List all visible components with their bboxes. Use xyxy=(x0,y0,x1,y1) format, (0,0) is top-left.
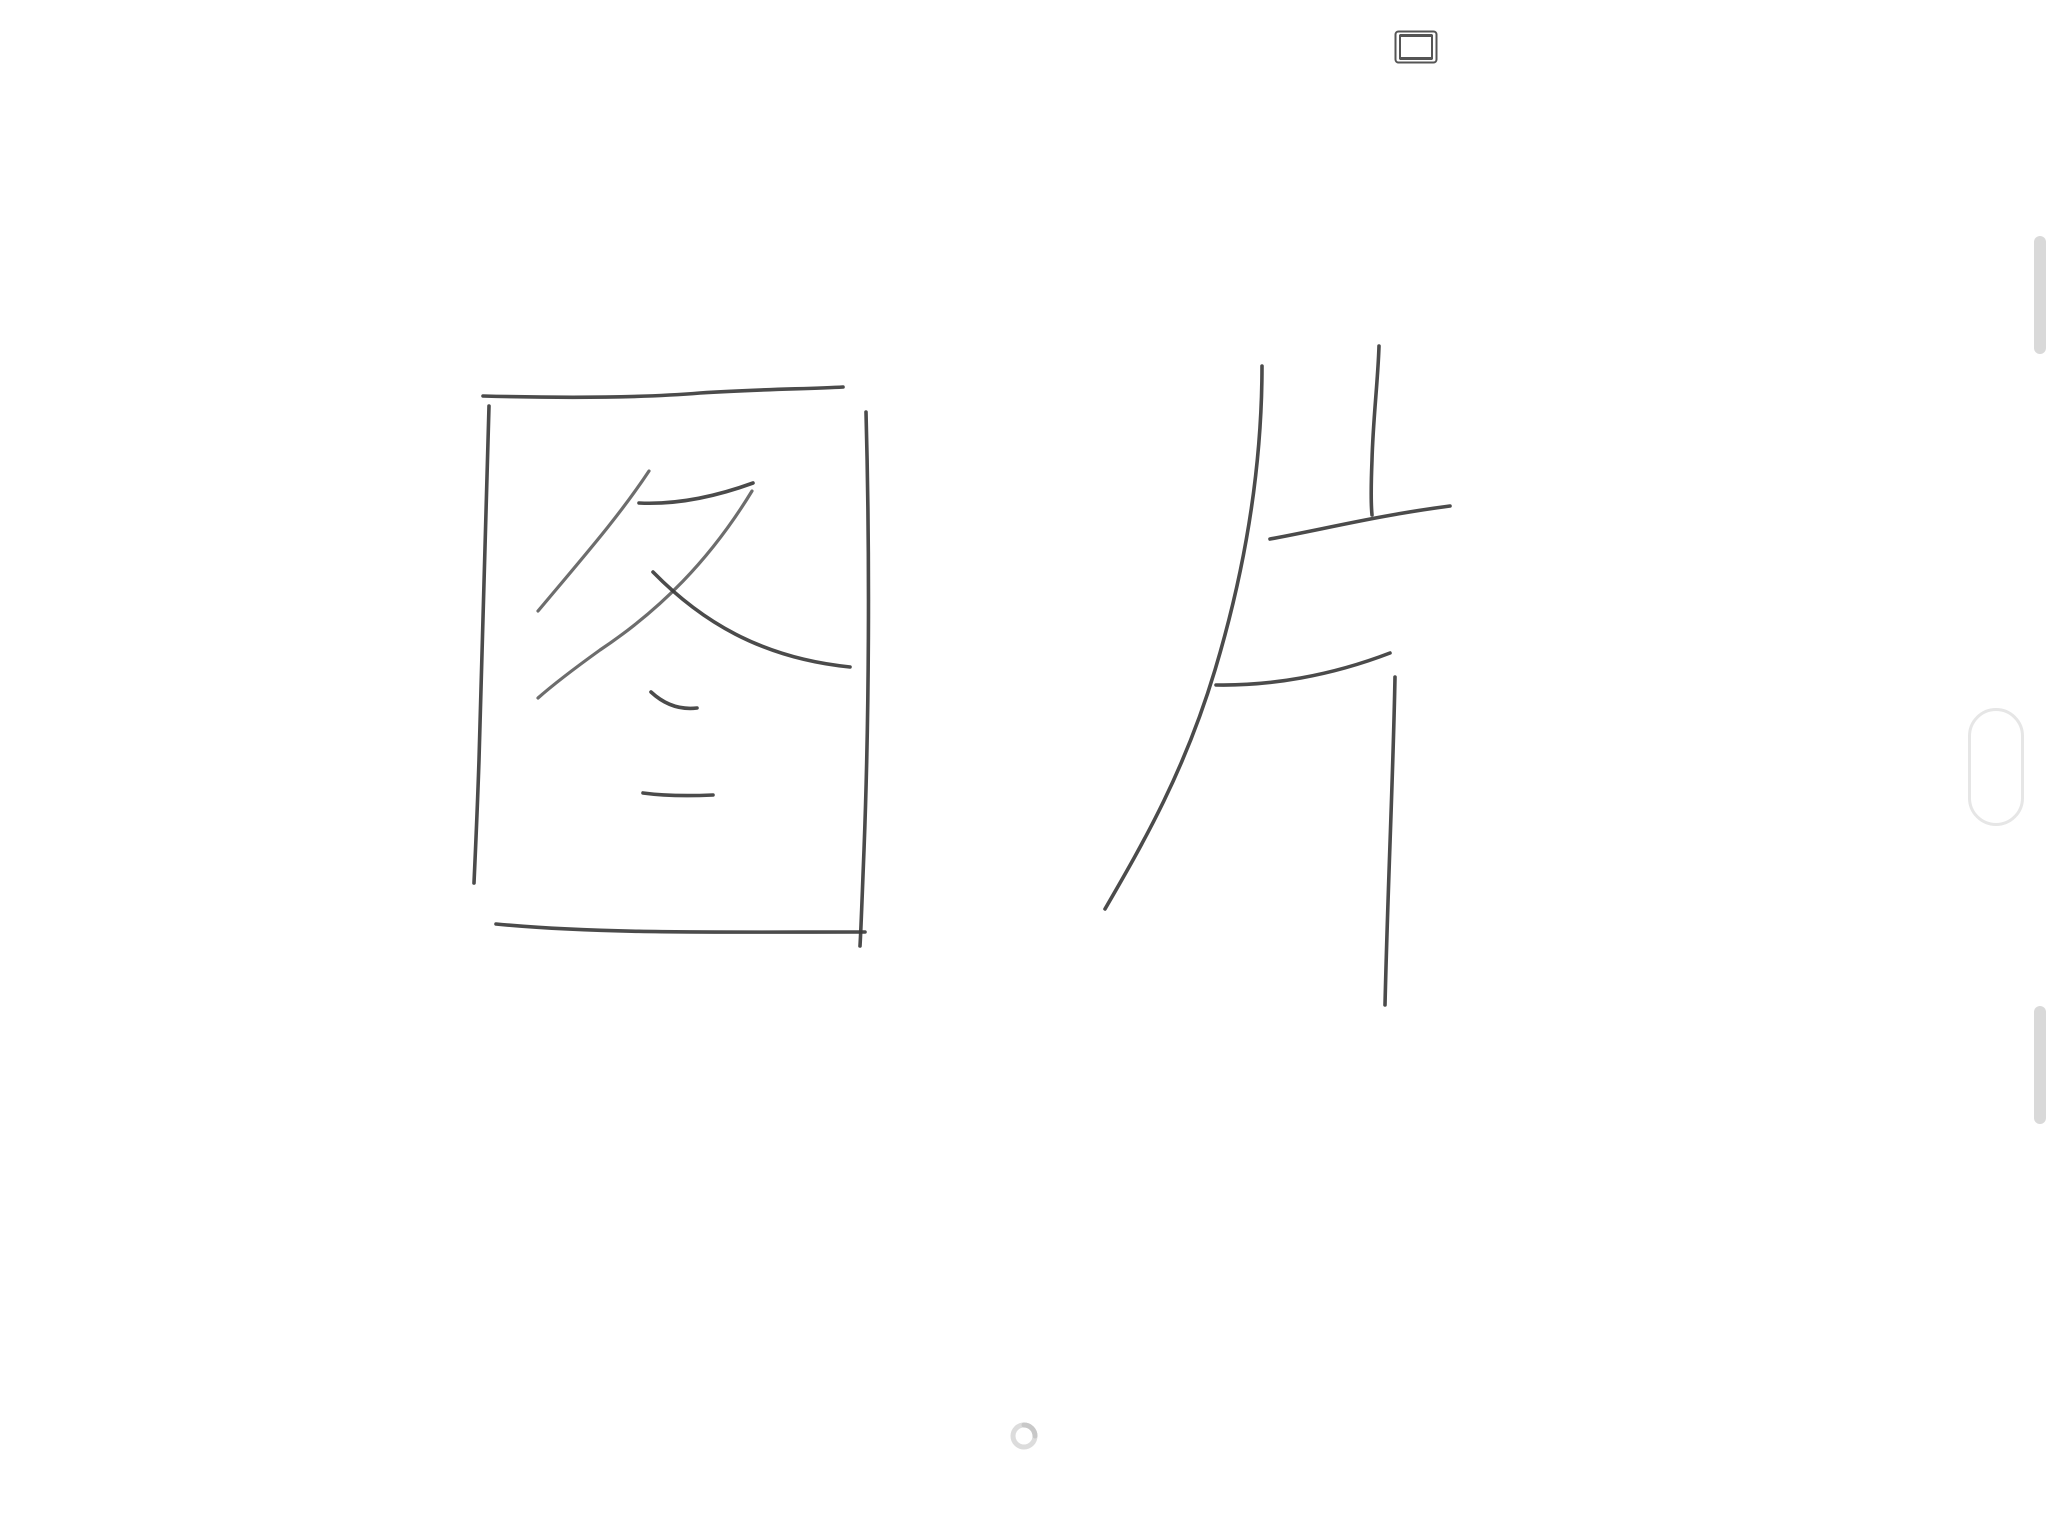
stroke-box-right xyxy=(858,410,871,948)
loading-spinner-icon xyxy=(1010,1422,1038,1450)
side-pill-handle[interactable] xyxy=(1968,708,2024,826)
right-edge-handle-bottom[interactable] xyxy=(2034,1006,2046,1124)
stroke-box-bottom xyxy=(494,922,867,934)
stroke-inner-sweep xyxy=(651,570,852,669)
drawing-app-screen xyxy=(0,0,2048,1536)
stroke-right-vertical-top xyxy=(1369,344,1381,517)
stroke-inner-top-hook xyxy=(637,481,755,506)
stroke-inner-dot-2 xyxy=(641,791,715,798)
stroke-horizontal-top xyxy=(1268,504,1452,541)
drawing-canvas[interactable] xyxy=(0,0,2048,1536)
stroke-inner-left-diagonal xyxy=(536,469,651,613)
stroke-box-top xyxy=(481,385,845,400)
right-edge-handle-top[interactable] xyxy=(2034,236,2046,354)
stroke-left-sweep xyxy=(1103,364,1264,911)
stroke-box-left xyxy=(472,404,491,885)
stroke-horizontal-middle xyxy=(1214,651,1392,687)
handwritten-character-pian xyxy=(1103,344,1452,1007)
fullscreen-toggle-button[interactable] xyxy=(1394,30,1438,66)
fullscreen-frame-icon xyxy=(1394,30,1438,64)
stroke-right-vertical-bottom xyxy=(1383,675,1397,1007)
handwritten-character-tu xyxy=(472,385,871,948)
loading-spinner xyxy=(1007,1419,1041,1453)
stroke-inner-dot-1 xyxy=(649,690,699,711)
stroke-inner-long-diagonal xyxy=(536,489,754,700)
